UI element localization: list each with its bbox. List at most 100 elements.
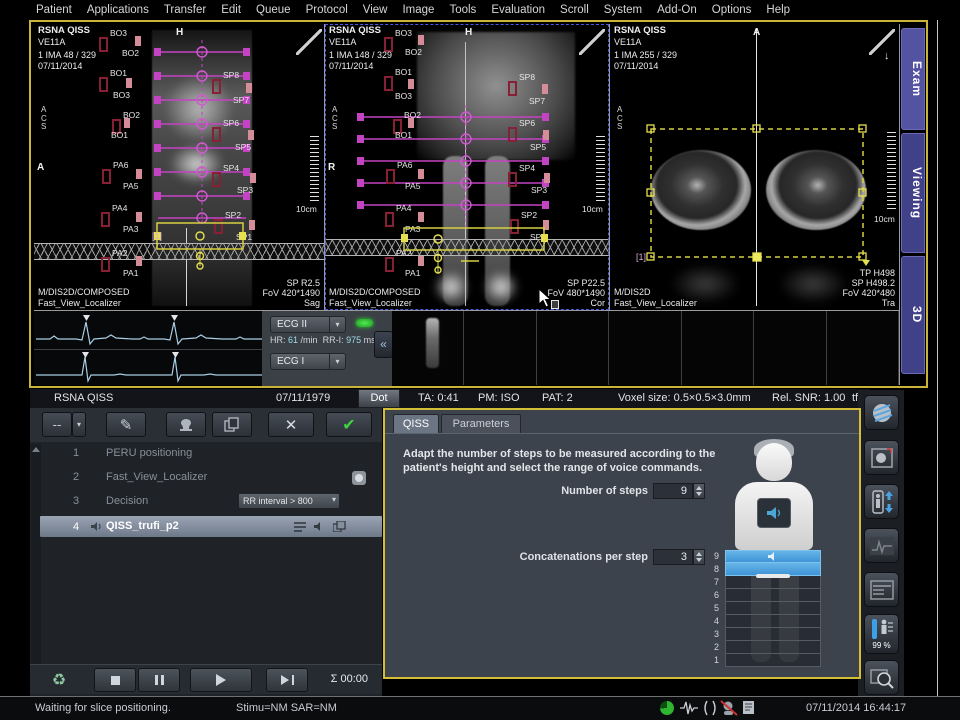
slice-position-button[interactable]: [864, 395, 899, 430]
table-position-marker[interactable]: [756, 574, 790, 578]
step-number-labels: 98 76 54 32 1: [699, 550, 719, 667]
active-slice-group-graphic[interactable]: [154, 220, 250, 270]
series-text: Fast_View_Localizer: [38, 298, 121, 308]
queue-dropdown-button[interactable]: ▾: [72, 412, 86, 437]
stamp-button[interactable]: [166, 412, 206, 437]
axis-marker: ACS: [617, 106, 624, 132]
filmstrip-cell[interactable]: [392, 311, 464, 385]
workflow-step-row[interactable]: 3 Decision RR interval > 800 ▾: [40, 490, 382, 514]
stamp-icon: [177, 418, 195, 432]
image-review-button[interactable]: [864, 660, 899, 695]
table-move-button[interactable]: [864, 484, 899, 519]
step-row[interactable]: [725, 615, 821, 628]
workflow-step-row[interactable]: 1 PERU positioning: [40, 442, 382, 466]
workflow-step-row[interactable]: 2 Fast_View_Localizer: [40, 466, 382, 490]
menu-transfer[interactable]: Transfer: [164, 4, 206, 20]
step-row[interactable]: [725, 654, 821, 667]
menu-evaluation[interactable]: Evaluation: [491, 4, 545, 20]
menu-tools[interactable]: Tools: [449, 4, 476, 20]
viewport-sagittal[interactable]: RSNA QISS VE11A 1 IMA 48 / 329 07/11/201…: [34, 24, 324, 310]
fov-roi-graphic[interactable]: [646, 124, 872, 266]
slice-stack-graphic[interactable]: [150, 40, 254, 226]
filmstrip-cell[interactable]: [609, 311, 681, 385]
check-icon: ✔: [342, 415, 355, 435]
cancel-button[interactable]: ✕: [268, 412, 314, 437]
status-message: Waiting for slice positioning.: [35, 702, 171, 714]
orientation-side: R: [328, 162, 335, 173]
scale-ruler: [887, 132, 896, 212]
viewport-coronal[interactable]: RSNA QISS VE11A 1 IMA 148 / 329 07/11/20…: [325, 24, 609, 310]
exam-layout-button[interactable]: [864, 572, 899, 607]
voice-muted-icon: [720, 700, 738, 716]
queue-split-button[interactable]: --: [42, 412, 72, 437]
tab-qiss[interactable]: QISS: [393, 414, 439, 433]
scroll-down-icon[interactable]: ↓: [884, 50, 890, 62]
step-row[interactable]: [725, 589, 821, 602]
roi-number-label: [1]: [636, 252, 646, 262]
ecg-lead-bottom-select[interactable]: ECG I ▾: [270, 353, 346, 370]
menu-edit[interactable]: Edit: [221, 4, 241, 20]
dot-engine-button[interactable]: Dot: [358, 389, 400, 408]
contrast-injector-button[interactable]: ✎: [106, 412, 146, 437]
filmstrip-cell[interactable]: [464, 311, 536, 385]
filmstrip-cell[interactable]: [754, 311, 826, 385]
confirm-button[interactable]: ✔: [326, 412, 372, 437]
series-text: Fast_View_Localizer: [614, 298, 697, 308]
menu-image[interactable]: Image: [402, 4, 434, 20]
menu-patient[interactable]: Patient: [36, 4, 72, 20]
number-of-steps-spinner[interactable]: [693, 483, 705, 499]
menu-queue[interactable]: Queue: [256, 4, 291, 20]
spinner-up-icon[interactable]: [696, 486, 702, 490]
scroll-up-icon[interactable]: [32, 447, 40, 452]
play-button[interactable]: [190, 668, 252, 692]
step-row[interactable]: [725, 641, 821, 654]
coil-brackets-icon: [702, 700, 718, 716]
rel-snr: Rel. SNR: 1.00: [772, 392, 845, 404]
tab-exam[interactable]: Exam: [901, 28, 925, 130]
recycle-bin-button[interactable]: ♻: [44, 668, 74, 692]
chevron-down-icon[interactable]: ▾: [330, 316, 346, 333]
active-slice-group-graphic[interactable]: [401, 225, 551, 277]
layout-doc-icon: [870, 580, 894, 600]
menu-help[interactable]: Help: [766, 4, 790, 20]
menu-system[interactable]: System: [604, 4, 642, 20]
menu-protocol[interactable]: Protocol: [306, 4, 348, 20]
pause-button[interactable]: [138, 668, 180, 692]
concatenations-field[interactable]: 3: [653, 549, 693, 565]
pause-icon: [161, 675, 164, 685]
folded-corner-icon: [296, 29, 322, 55]
copy-button[interactable]: [212, 412, 252, 437]
tab-viewing[interactable]: Viewing: [901, 133, 925, 253]
tab-3d[interactable]: 3D: [901, 256, 925, 374]
spinner-down-icon[interactable]: [696, 492, 702, 496]
step-row[interactable]: [725, 628, 821, 641]
collapse-panel-button[interactable]: «: [374, 331, 393, 358]
sar-monitor-button[interactable]: 99 %: [864, 614, 899, 654]
filmstrip-cell[interactable]: [682, 311, 754, 385]
physio-curve-button[interactable]: [864, 528, 899, 563]
chevron-down-icon[interactable]: ▾: [330, 353, 346, 370]
tab-parameters[interactable]: Parameters: [441, 414, 521, 433]
menu-scroll[interactable]: Scroll: [560, 4, 589, 20]
menu-applications[interactable]: Applications: [87, 4, 149, 20]
menu-view[interactable]: View: [363, 4, 388, 20]
skip-button[interactable]: [266, 668, 308, 692]
rr-interval-dropdown[interactable]: RR interval > 800 ▾: [238, 493, 340, 509]
step-row[interactable]: [725, 602, 821, 615]
magnifier-image-icon: [870, 667, 894, 689]
stop-button[interactable]: [94, 668, 136, 692]
menu-addon[interactable]: Add-On: [657, 4, 697, 20]
number-of-steps-field[interactable]: 9: [653, 483, 693, 499]
ecg-lead-top-select[interactable]: ECG II ▾: [270, 316, 346, 333]
autoalign-head-button[interactable]: [864, 440, 899, 475]
filmstrip-cell[interactable]: [537, 311, 609, 385]
orientation-side: A: [37, 162, 44, 173]
workflow-step-row-selected[interactable]: 4 QISS_trufi_p2: [40, 516, 382, 537]
menu-options[interactable]: Options: [712, 4, 752, 20]
filmstrip-cell[interactable]: [827, 311, 899, 385]
step-row-active[interactable]: [725, 550, 821, 563]
system-datetime: 07/11/2014 16:44:17: [806, 702, 906, 714]
concatenations-label: Concatenations per step: [503, 551, 648, 563]
viewport-transversal[interactable]: RSNA QISS VE11A 1 IMA 255 / 329 07/11/20…: [610, 24, 899, 310]
pause-icon: [155, 675, 158, 685]
